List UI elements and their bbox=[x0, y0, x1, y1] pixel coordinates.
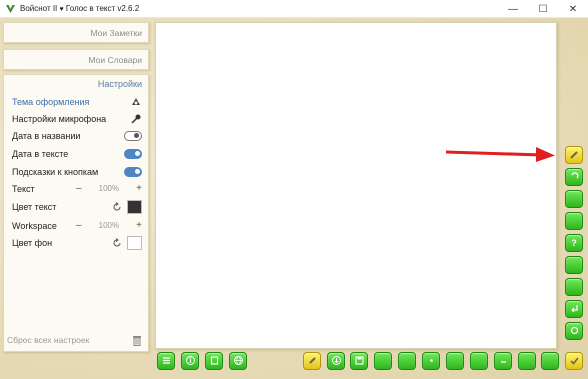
text-size-label: Текст bbox=[12, 183, 35, 194]
bottom-toolbar-button-7[interactable] bbox=[446, 352, 464, 370]
text-size-row: Текст – 100% + bbox=[12, 181, 142, 196]
microphone-icon[interactable] bbox=[130, 113, 142, 125]
info-button[interactable] bbox=[181, 352, 199, 370]
download-button[interactable] bbox=[327, 352, 345, 370]
text-size-decrease-button[interactable]: – bbox=[76, 183, 82, 194]
text-color-swatch[interactable] bbox=[127, 200, 142, 214]
right-toolbar-button-7[interactable] bbox=[565, 278, 583, 296]
maximize-button[interactable]: ☐ bbox=[528, 0, 558, 18]
date-in-name-row: Дата в названии bbox=[12, 128, 142, 143]
close-button[interactable]: ✕ bbox=[558, 0, 588, 18]
undo-icon bbox=[569, 171, 580, 184]
refresh-button[interactable] bbox=[565, 322, 583, 340]
info-icon bbox=[185, 355, 196, 368]
bottom-toolbar-button-8[interactable] bbox=[470, 352, 488, 370]
right-toolbar-button-4[interactable] bbox=[565, 212, 583, 230]
workspace-row: Workspace – 100% + bbox=[12, 218, 142, 233]
globe-icon bbox=[233, 355, 244, 368]
brush-button[interactable] bbox=[303, 352, 321, 370]
theme-row[interactable]: Тема оформления bbox=[12, 94, 142, 109]
bg-color-reset-icon[interactable] bbox=[112, 238, 122, 248]
dot-button[interactable] bbox=[422, 352, 440, 370]
date-in-text-row: Дата в тексте bbox=[12, 146, 142, 161]
right-toolbar-button-6[interactable] bbox=[565, 256, 583, 274]
dictionaries-tab[interactable]: Мои Словари bbox=[3, 49, 149, 70]
notes-tab[interactable]: Мои Заметки bbox=[3, 22, 149, 43]
red-arrow-annotation bbox=[445, 147, 555, 162]
bg-color-row: Цвет фон bbox=[12, 234, 142, 252]
workspace-decrease-button[interactable]: – bbox=[76, 220, 82, 231]
trash-icon[interactable] bbox=[132, 335, 142, 346]
list-icon bbox=[161, 355, 172, 368]
palette-icon[interactable] bbox=[130, 96, 142, 108]
workspace-increase-button[interactable]: + bbox=[136, 220, 142, 231]
save-icon bbox=[354, 355, 365, 368]
window-title: Войснот II ♥ Голос в текст v2.6.2 bbox=[20, 4, 140, 13]
workspace-label: Workspace bbox=[12, 220, 57, 231]
hints-toggle[interactable] bbox=[124, 166, 142, 177]
language-button[interactable] bbox=[229, 352, 247, 370]
hints-label: Подсказки к кнопкам bbox=[12, 166, 99, 177]
text-color-row: Цвет текст bbox=[12, 198, 142, 216]
book-icon bbox=[209, 355, 220, 368]
reset-all-settings-link[interactable]: Сброс всех настроек bbox=[7, 335, 89, 345]
notes-list-button[interactable] bbox=[157, 352, 175, 370]
dash-icon bbox=[498, 355, 509, 368]
help-button[interactable]: ? bbox=[565, 234, 583, 252]
dash-button[interactable] bbox=[494, 352, 512, 370]
confirm-button[interactable] bbox=[565, 352, 583, 370]
app-logo-icon bbox=[4, 3, 16, 15]
settings-title: Настройки bbox=[97, 79, 142, 89]
bg-color-swatch[interactable] bbox=[127, 236, 142, 250]
text-color-label: Цвет текст bbox=[12, 202, 57, 212]
text-editor[interactable] bbox=[155, 22, 557, 349]
refresh-icon bbox=[569, 325, 580, 338]
dot-icon bbox=[426, 355, 437, 368]
save-button[interactable] bbox=[350, 352, 368, 370]
mic-settings-row[interactable]: Настройки микрофона bbox=[12, 111, 142, 126]
mic-settings-label: Настройки микрофона bbox=[12, 113, 107, 124]
date-in-name-label: Дата в названии bbox=[12, 130, 81, 141]
text-size-value: 100% bbox=[98, 184, 120, 193]
text-color-reset-icon[interactable] bbox=[112, 202, 122, 212]
pen-button[interactable] bbox=[565, 146, 583, 164]
bottom-toolbar-button-5[interactable] bbox=[398, 352, 416, 370]
download-icon bbox=[331, 355, 342, 368]
workspace-value: 100% bbox=[98, 221, 120, 230]
enter-icon bbox=[569, 303, 580, 316]
title-bar: Войснот II ♥ Голос в текст v2.6.2 — ☐ ✕ bbox=[0, 0, 588, 18]
bottom-toolbar-button-4[interactable] bbox=[374, 352, 392, 370]
text-size-increase-button[interactable]: + bbox=[136, 183, 142, 194]
undo-button[interactable] bbox=[565, 168, 583, 186]
book-button[interactable] bbox=[205, 352, 223, 370]
check-icon bbox=[569, 355, 580, 368]
date-in-text-toggle[interactable] bbox=[124, 148, 142, 159]
date-in-name-toggle[interactable] bbox=[124, 130, 142, 141]
theme-label: Тема оформления bbox=[12, 96, 90, 107]
enter-button[interactable] bbox=[565, 300, 583, 318]
bg-color-label: Цвет фон bbox=[12, 238, 53, 248]
pen-icon bbox=[569, 149, 580, 162]
bottom-toolbar-button-10[interactable] bbox=[518, 352, 536, 370]
hints-row: Подсказки к кнопкам bbox=[12, 164, 142, 179]
date-in-text-label: Дата в тексте bbox=[12, 148, 69, 159]
question-icon: ? bbox=[571, 238, 577, 248]
bottom-toolbar-button-11[interactable] bbox=[541, 352, 559, 370]
right-toolbar-button-3[interactable] bbox=[565, 190, 583, 208]
settings-panel: Настройки Тема оформления Настройки микр… bbox=[3, 74, 149, 352]
app-workspace: Мои Заметки Мои Словари Настройки Тема о… bbox=[0, 18, 588, 379]
minimize-button[interactable]: — bbox=[498, 0, 528, 18]
brush-icon bbox=[307, 355, 318, 368]
